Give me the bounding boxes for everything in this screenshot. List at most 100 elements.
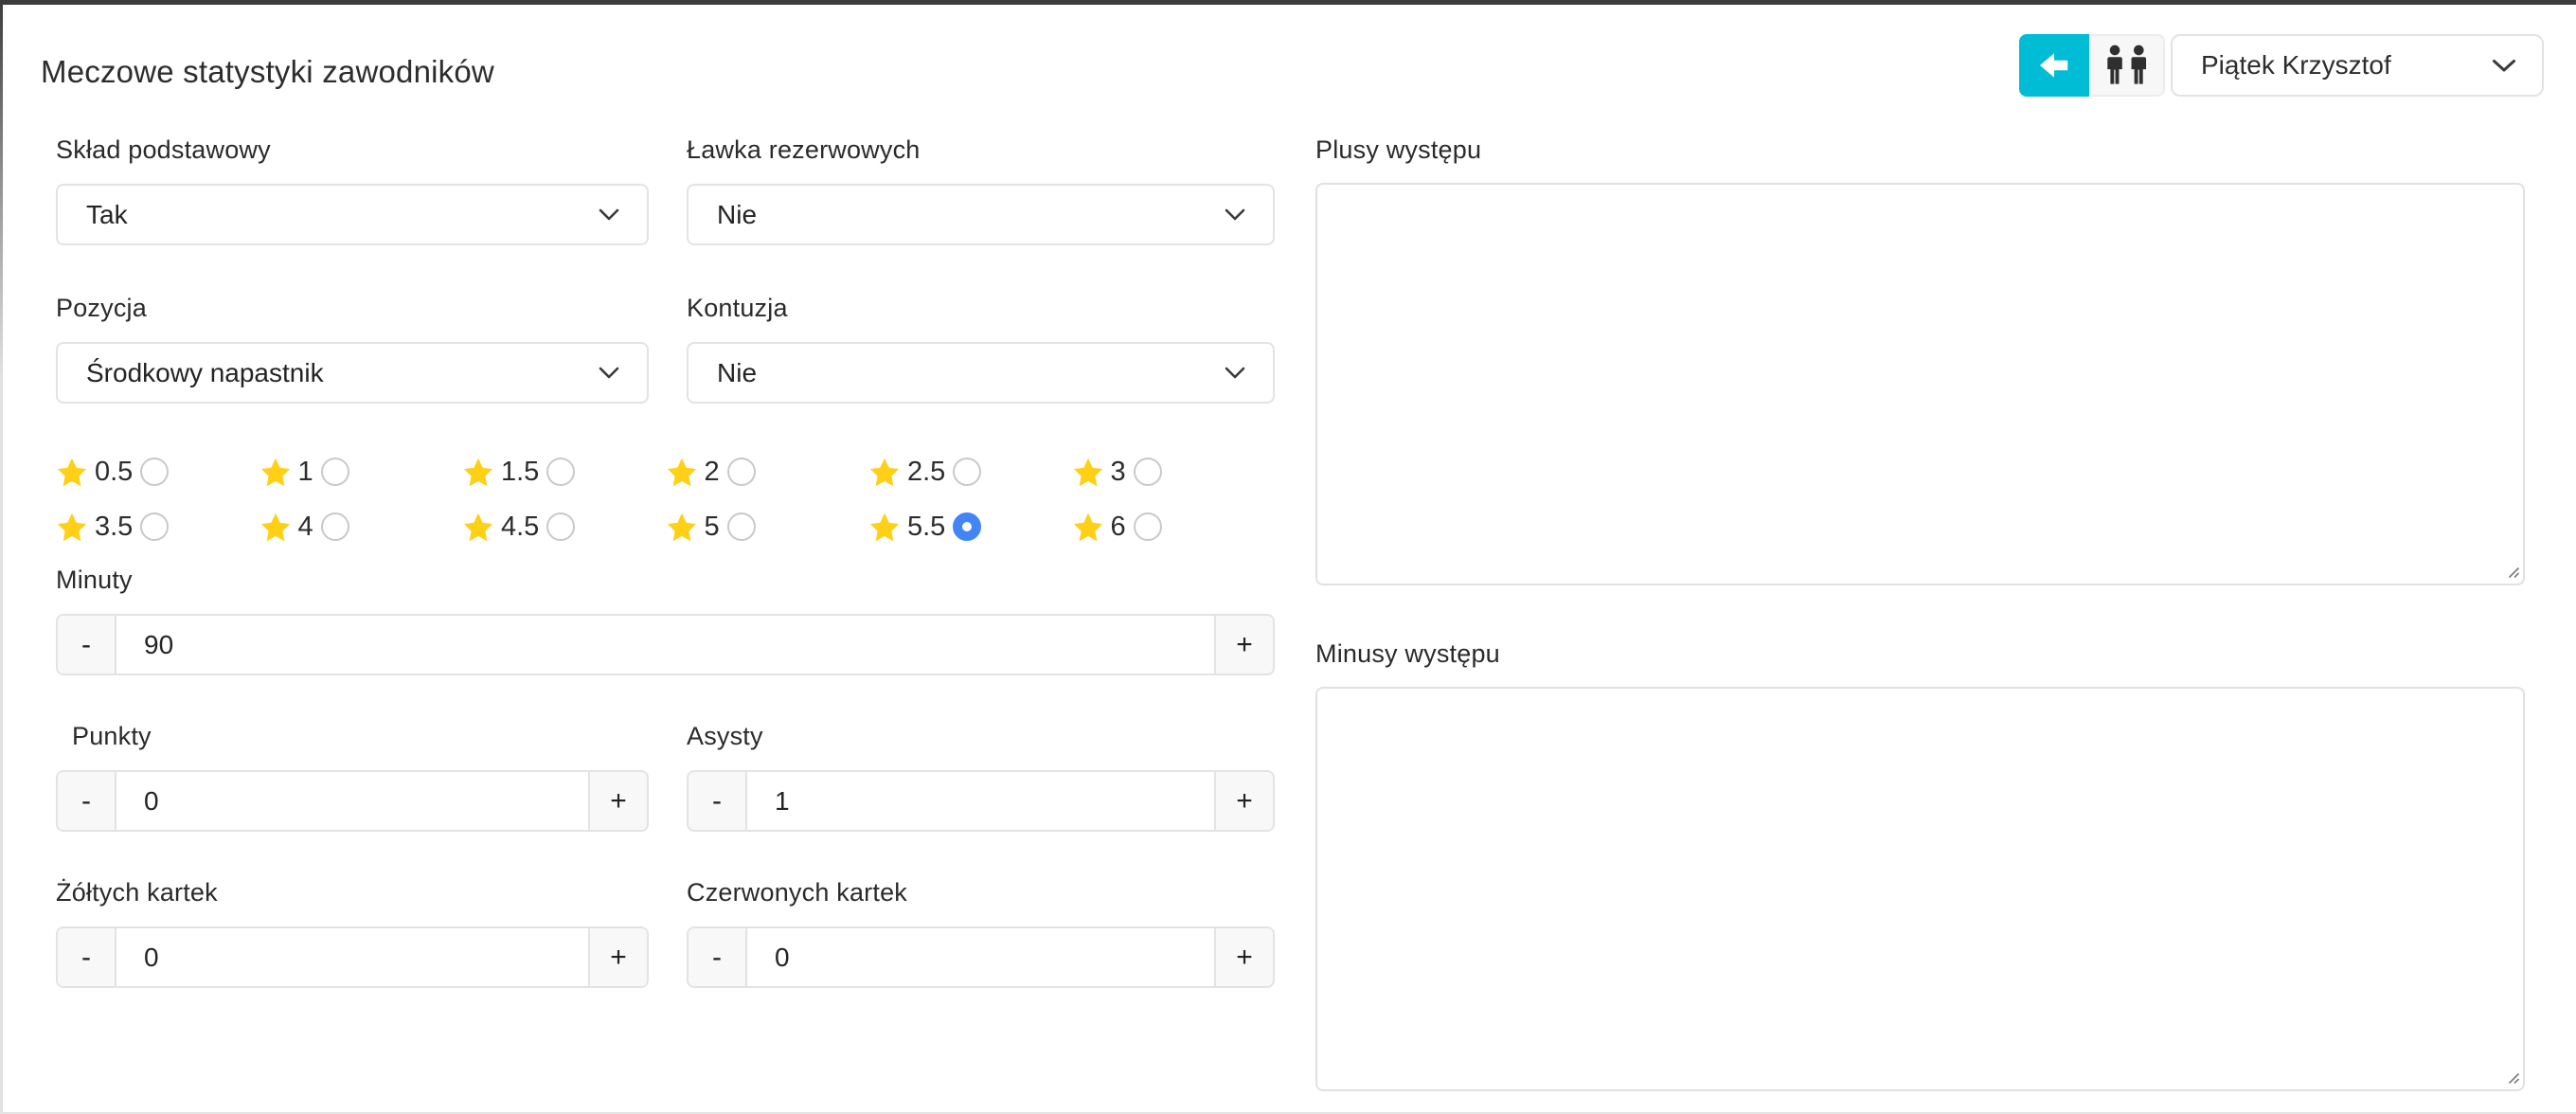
chevron-down-icon — [1224, 366, 1246, 380]
rating-radio[interactable] — [953, 458, 981, 486]
star-icon — [56, 457, 88, 488]
back-button[interactable] — [2019, 34, 2089, 97]
chevron-down-icon — [598, 366, 620, 380]
rating-option[interactable]: 0.5 — [56, 453, 259, 491]
page-title: Meczowe statystyki zawodników — [41, 54, 494, 90]
rating-radio[interactable] — [1134, 512, 1162, 541]
rating-option[interactable]: 1.5 — [462, 453, 666, 491]
field-lawka-rezerwowych: Ławka rezerwowych Nie — [687, 136, 1275, 245]
select-value: Środkowy napastnik — [86, 358, 324, 388]
top-edge-bar — [0, 0, 2576, 5]
zoltych-kartek-input[interactable] — [116, 928, 588, 986]
rating-radio[interactable] — [727, 458, 756, 486]
field-kontuzja: Kontuzja Nie — [687, 295, 1275, 404]
increment-button[interactable]: + — [588, 772, 647, 830]
rating-option[interactable]: 6 — [1072, 508, 1276, 546]
resize-grip-icon[interactable] — [2504, 1069, 2520, 1085]
rating-radio[interactable] — [140, 458, 169, 486]
rating-radio[interactable] — [546, 512, 575, 541]
select-value: Nie — [717, 358, 757, 388]
field-label: Ławka rezerwowych — [687, 136, 1275, 163]
increment-button[interactable]: + — [588, 928, 647, 986]
rating-value: 5.5 — [907, 512, 945, 543]
field-label: Pozycja — [56, 295, 649, 321]
card-header: Meczowe statystyki zawodników — [3, 5, 2576, 97]
left-edge-bar — [0, 0, 3, 1114]
plusy-wystepu-textarea[interactable] — [1315, 183, 2525, 585]
chevron-down-icon — [2491, 58, 2517, 74]
rating-option[interactable]: 1 — [259, 453, 463, 491]
rating-option[interactable]: 3 — [1072, 453, 1276, 491]
decrement-button[interactable]: - — [58, 928, 116, 986]
star-icon — [868, 512, 901, 543]
increment-button[interactable]: + — [1214, 616, 1273, 674]
asysty-input[interactable] — [747, 772, 1214, 830]
decrement-button[interactable]: - — [689, 772, 747, 830]
decrement-button[interactable]: - — [58, 772, 116, 830]
stepper-minuty: - + — [56, 614, 1275, 675]
left-column: Skład podstawowy Tak Ławka rezerwowych N… — [56, 136, 1275, 1091]
star-icon — [868, 457, 901, 488]
stepper-asysty: - + — [687, 770, 1275, 832]
field-asysty: Asysty - + — [687, 723, 1275, 879]
field-label: Plusy występu — [1315, 136, 2525, 163]
rating-radio[interactable] — [140, 512, 169, 541]
rating-radio[interactable] — [546, 458, 575, 486]
field-label: Skład podstawowy — [56, 136, 649, 163]
increment-button[interactable]: + — [1214, 772, 1273, 830]
rating-option[interactable]: 4 — [259, 508, 463, 546]
select-pozycja[interactable]: Środkowy napastnik — [56, 342, 649, 404]
chevron-down-icon — [598, 207, 620, 222]
minusy-wystepu-textarea[interactable] — [1315, 687, 2525, 1091]
resize-grip-icon[interactable] — [2504, 563, 2520, 579]
star-icon — [259, 512, 292, 543]
star-icon — [462, 512, 494, 543]
page: Meczowe statystyki zawodników — [0, 0, 2576, 1114]
player-select-value: Piątek Krzysztof — [2201, 50, 2391, 81]
field-label: Minuty — [56, 566, 1275, 593]
decrement-button[interactable]: - — [689, 928, 747, 986]
rating-radio[interactable] — [727, 512, 756, 541]
rating-value: 3 — [1111, 457, 1126, 488]
field-pozycja: Pozycja Środkowy napastnik — [56, 295, 649, 404]
punkty-input[interactable] — [116, 772, 588, 830]
select-kontuzja[interactable]: Nie — [687, 342, 1275, 404]
rating-value: 4.5 — [501, 512, 539, 543]
right-column: Plusy występu Minusy występu — [1315, 136, 2525, 1091]
field-sklad-podstawowy: Skład podstawowy Tak — [56, 136, 649, 245]
star-icon — [666, 512, 698, 543]
czerwonych-kartek-input[interactable] — [747, 928, 1214, 986]
star-icon — [1072, 457, 1104, 488]
select-lawka-rezerwowych[interactable]: Nie — [687, 184, 1275, 245]
rating-value: 6 — [1111, 512, 1126, 543]
rating-value: 0.5 — [95, 457, 133, 488]
players-button[interactable] — [2089, 34, 2165, 97]
rating-value: 1 — [298, 457, 313, 488]
decrement-button[interactable]: - — [58, 616, 116, 674]
rating-option[interactable]: 2.5 — [868, 453, 1072, 491]
field-label: Punkty — [72, 723, 649, 749]
rating-option[interactable]: 2 — [666, 453, 869, 491]
rating-value: 2 — [705, 457, 720, 488]
minuty-input[interactable] — [116, 616, 1214, 674]
rating-radio[interactable] — [321, 458, 349, 486]
rating-radio[interactable] — [321, 512, 349, 541]
rating-value: 3.5 — [95, 512, 133, 543]
select-sklad-podstawowy[interactable]: Tak — [56, 184, 649, 245]
rating-radio[interactable] — [1134, 458, 1162, 486]
rating-radio[interactable] — [953, 512, 981, 541]
star-icon — [56, 512, 88, 543]
rating-value: 1.5 — [501, 457, 539, 488]
player-select[interactable]: Piątek Krzysztof — [2171, 34, 2544, 97]
stepper-czerwonych-kartek: - + — [687, 926, 1275, 988]
rating-option[interactable]: 3.5 — [56, 508, 259, 546]
rating-option[interactable]: 5.5 — [868, 508, 1072, 546]
increment-button[interactable]: + — [1214, 928, 1273, 986]
select-value: Nie — [717, 200, 757, 230]
star-icon — [462, 457, 494, 488]
rating-option[interactable]: 5 — [666, 508, 869, 546]
rating-option[interactable]: 4.5 — [462, 508, 666, 546]
field-czerwonych-kartek: Czerwonych kartek - + — [687, 879, 1275, 988]
people-icon — [2102, 45, 2152, 86]
field-minusy-wystepu: Minusy występu — [1315, 640, 2525, 1091]
